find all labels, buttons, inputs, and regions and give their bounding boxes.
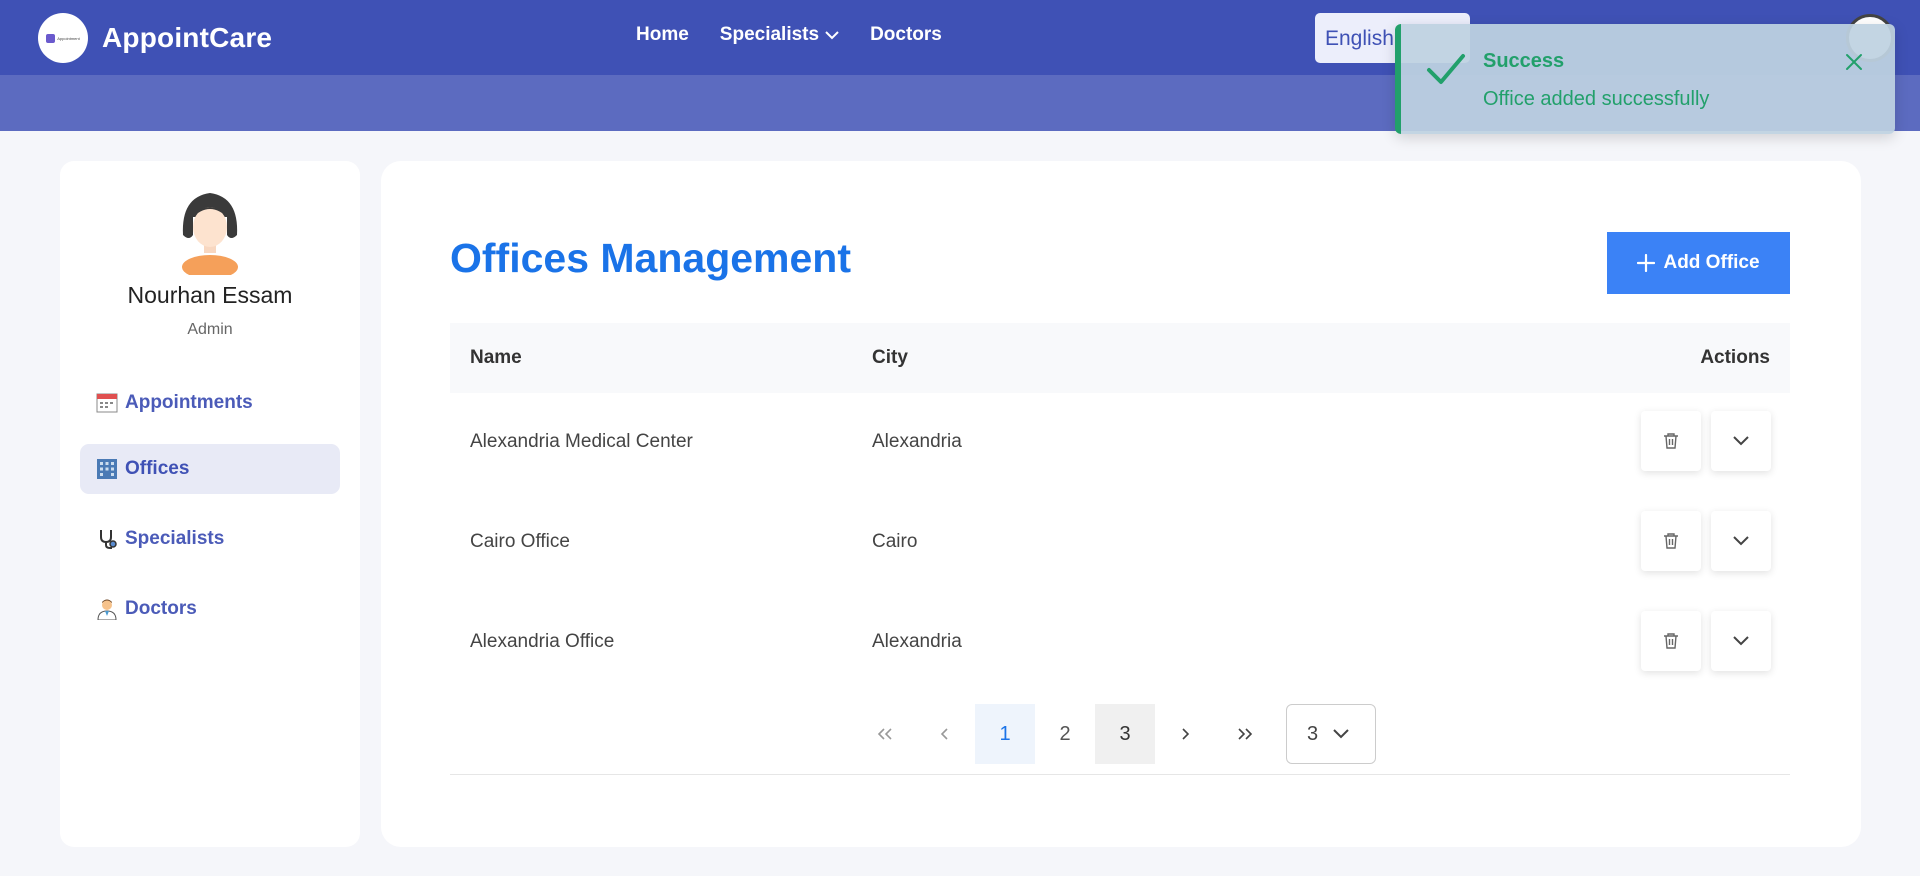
office-name: Alexandria Medical Center xyxy=(470,431,693,452)
page-3-button[interactable]: 3 xyxy=(1095,704,1155,764)
stethoscope-icon xyxy=(96,528,118,550)
add-office-label: Add Office xyxy=(1663,252,1760,273)
calendar-icon xyxy=(96,392,118,414)
office-city: Alexandria xyxy=(872,431,962,452)
nav-specialists-dropdown[interactable]: Specialists xyxy=(720,24,839,46)
chevrons-right-icon xyxy=(1238,728,1253,740)
trash-icon xyxy=(1664,533,1678,549)
main-panel: Offices Management Add Office Name City … xyxy=(381,161,1861,847)
delete-button[interactable] xyxy=(1641,511,1701,571)
brand-logo: Appointment xyxy=(38,13,88,63)
table-row: Alexandria Medical Center Alexandria xyxy=(450,393,1790,493)
trash-icon xyxy=(1664,633,1678,649)
logo-text: Appointment xyxy=(57,35,80,41)
chevron-left-icon xyxy=(940,728,948,740)
plus-icon xyxy=(1637,254,1656,272)
nav-specialists-label: Specialists xyxy=(719,24,820,45)
check-icon xyxy=(1427,54,1465,84)
profile-avatar xyxy=(171,193,249,275)
column-header-actions: Actions xyxy=(1700,347,1770,368)
page-size-select[interactable]: 3 xyxy=(1286,704,1376,764)
nav-doctors-link[interactable]: Doctors xyxy=(870,24,942,46)
expand-button[interactable] xyxy=(1711,411,1771,471)
sidebar: Nourhan Essam Admin Appointments Offices… xyxy=(60,161,360,847)
delete-button[interactable] xyxy=(1641,611,1701,671)
table-row: Cairo Office Cairo xyxy=(450,493,1790,593)
delete-button[interactable] xyxy=(1641,411,1701,471)
add-office-button[interactable]: Add Office xyxy=(1607,232,1790,294)
toast-message: Office added successfully xyxy=(1483,88,1710,110)
main-nav: Home Specialists Doctors xyxy=(636,24,942,46)
success-toast: Success Office added successfully xyxy=(1395,24,1895,134)
office-city: Alexandria xyxy=(872,631,962,652)
sidebar-item-appointments[interactable]: Appointments xyxy=(80,378,340,428)
table-row: Alexandria Office Alexandria xyxy=(450,593,1790,693)
sidebar-item-label: Appointments xyxy=(125,392,253,413)
expand-button[interactable] xyxy=(1711,611,1771,671)
sidebar-item-label: Offices xyxy=(125,458,190,479)
first-page-button[interactable] xyxy=(855,704,915,764)
page-title: Offices Management xyxy=(450,235,851,281)
office-name: Cairo Office xyxy=(470,531,570,552)
nav-doctors-label: Doctors xyxy=(870,24,942,45)
nav-home-label: Home xyxy=(636,24,689,45)
sidebar-item-offices[interactable]: Offices xyxy=(80,444,340,494)
sidebar-item-specialists[interactable]: Specialists xyxy=(80,514,340,564)
table-header: Name City Actions xyxy=(450,323,1790,393)
divider xyxy=(450,774,1790,775)
last-page-button[interactable] xyxy=(1215,704,1275,764)
page-size-value: 3 xyxy=(1307,722,1319,745)
chevron-right-icon xyxy=(1182,728,1190,740)
sidebar-item-label: Specialists xyxy=(125,528,225,549)
page-1-button[interactable]: 1 xyxy=(975,704,1035,764)
prev-page-button[interactable] xyxy=(915,704,975,764)
chevrons-left-icon xyxy=(877,728,892,740)
profile-name: Nourhan Essam xyxy=(127,282,293,308)
next-page-button[interactable] xyxy=(1155,704,1215,764)
chevron-down-icon xyxy=(1733,536,1749,546)
office-city: Cairo xyxy=(872,531,918,552)
chevron-down-icon xyxy=(1333,729,1349,739)
brand-name: AppointCare xyxy=(102,22,273,53)
close-icon[interactable] xyxy=(1844,52,1864,72)
chevron-down-icon xyxy=(825,31,839,40)
doctor-icon xyxy=(96,598,118,620)
page-2-button[interactable]: 2 xyxy=(1035,704,1095,764)
column-header-city[interactable]: City xyxy=(872,347,908,369)
trash-icon xyxy=(1664,433,1678,449)
sidebar-item-label: Doctors xyxy=(125,598,197,619)
chevron-down-icon xyxy=(1733,436,1749,446)
office-name: Alexandria Office xyxy=(470,631,615,652)
toast-title: Success xyxy=(1483,50,1565,72)
chevron-down-icon xyxy=(1733,636,1749,646)
brand[interactable]: Appointment AppointCare xyxy=(38,13,272,63)
column-header-name[interactable]: Name xyxy=(470,347,522,369)
nav-home-link[interactable]: Home xyxy=(636,24,689,46)
logo-mark-icon xyxy=(46,33,56,43)
profile-role: Admin xyxy=(187,321,233,338)
expand-button[interactable] xyxy=(1711,511,1771,571)
office-building-icon xyxy=(96,458,118,480)
sidebar-item-doctors[interactable]: Doctors xyxy=(80,584,340,634)
